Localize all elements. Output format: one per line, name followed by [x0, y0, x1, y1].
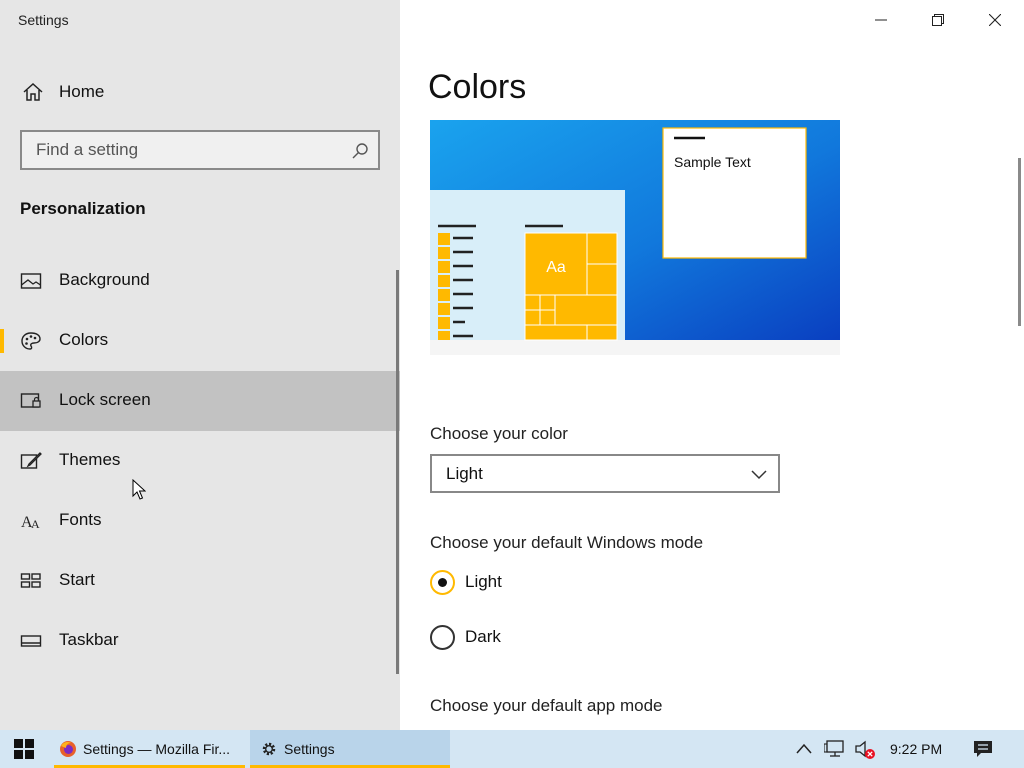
preview-tile-text: Aa [546, 259, 566, 276]
volume-muted-icon[interactable] [854, 739, 878, 761]
restore-icon [931, 14, 944, 26]
sidebar-item-label: Background [59, 270, 150, 289]
sidebar-item-fonts[interactable]: A A Fonts [0, 491, 400, 551]
chevron-down-icon [751, 470, 767, 480]
sidebar-item-lock-screen[interactable]: Lock screen [0, 371, 400, 431]
taskbar-button-settings[interactable]: Settings [250, 730, 450, 768]
close-button[interactable] [966, 0, 1023, 40]
minimize-icon [874, 19, 887, 21]
choose-color-label: Choose your color [430, 424, 568, 443]
sidebar-item-label: Start [59, 570, 95, 589]
search-input[interactable] [22, 132, 342, 168]
sidebar-item-taskbar[interactable]: Taskbar [0, 611, 400, 671]
radio-dark[interactable]: Dark [430, 625, 630, 653]
sidebar: Settings Home Personalization Background [0, 0, 400, 730]
taskbar-icon [20, 635, 42, 647]
close-icon [988, 14, 1001, 26]
maximize-button[interactable] [909, 0, 966, 40]
app-mode-label: Choose your default app mode [430, 696, 663, 715]
sidebar-item-background[interactable]: Background [0, 251, 400, 311]
radio-light[interactable]: Light [430, 570, 630, 598]
main-scrollbar[interactable] [1018, 158, 1021, 326]
start-icon [20, 573, 41, 588]
notifications-icon[interactable] [973, 740, 993, 758]
sidebar-item-label: Lock screen [59, 390, 151, 409]
page-title: Colors [428, 68, 527, 106]
gear-icon [262, 742, 276, 756]
sidebar-item-colors[interactable]: Colors [0, 311, 400, 371]
preview-sample-text: Sample Text [674, 154, 751, 170]
search-box[interactable] [20, 130, 380, 170]
taskbar-button-label: Settings — Mozilla Fir... [83, 741, 231, 757]
sidebar-item-label: Taskbar [59, 630, 119, 649]
windows-logo-icon [14, 739, 34, 759]
preview-image: Aa Sample Text [430, 120, 840, 355]
selection-indicator [0, 329, 4, 353]
themes-icon [20, 452, 42, 469]
color-preview: Aa Sample Text [430, 120, 840, 355]
start-button[interactable] [0, 730, 48, 768]
taskbar-button-firefox[interactable]: Settings — Mozilla Fir... [54, 730, 245, 768]
picture-icon [20, 273, 42, 289]
taskbar: Settings — Mozilla Fir... Settings 9:22 … [0, 730, 1024, 768]
clock[interactable]: 9:22 PM [890, 741, 942, 757]
mouse-cursor-icon [132, 479, 146, 500]
sidebar-item-start[interactable]: Start [0, 551, 400, 611]
chevron-up-icon[interactable] [795, 742, 813, 756]
taskbar-button-label: Settings [284, 741, 335, 757]
color-mode-dropdown[interactable]: Light [430, 454, 780, 493]
section-title: Personalization [20, 199, 146, 218]
minimize-button[interactable] [852, 0, 909, 40]
sidebar-scrollbar[interactable] [396, 270, 399, 674]
sidebar-item-label: Colors [59, 330, 109, 349]
sidebar-item-label: Themes [59, 450, 121, 469]
search-icon[interactable] [350, 141, 370, 161]
radio-button[interactable] [430, 625, 455, 650]
network-icon[interactable] [824, 739, 846, 759]
sidebar-item-home[interactable]: Home [0, 71, 400, 113]
app-title: Settings [18, 12, 69, 28]
palette-icon [21, 332, 41, 350]
svg-text:A: A [31, 517, 40, 531]
fonts-icon: A A [21, 514, 40, 531]
dropdown-value: Light [446, 464, 483, 483]
home-icon [23, 82, 43, 101]
home-label: Home [59, 82, 105, 101]
radio-label: Light [465, 572, 502, 591]
radio-label: Dark [465, 627, 501, 646]
windows-mode-label: Choose your default Windows mode [430, 533, 704, 552]
sidebar-item-themes[interactable]: Themes [0, 431, 400, 491]
sidebar-item-label: Fonts [59, 510, 102, 529]
lock-screen-icon [20, 393, 41, 408]
firefox-icon [60, 741, 76, 757]
radio-button-checked[interactable] [430, 570, 455, 595]
